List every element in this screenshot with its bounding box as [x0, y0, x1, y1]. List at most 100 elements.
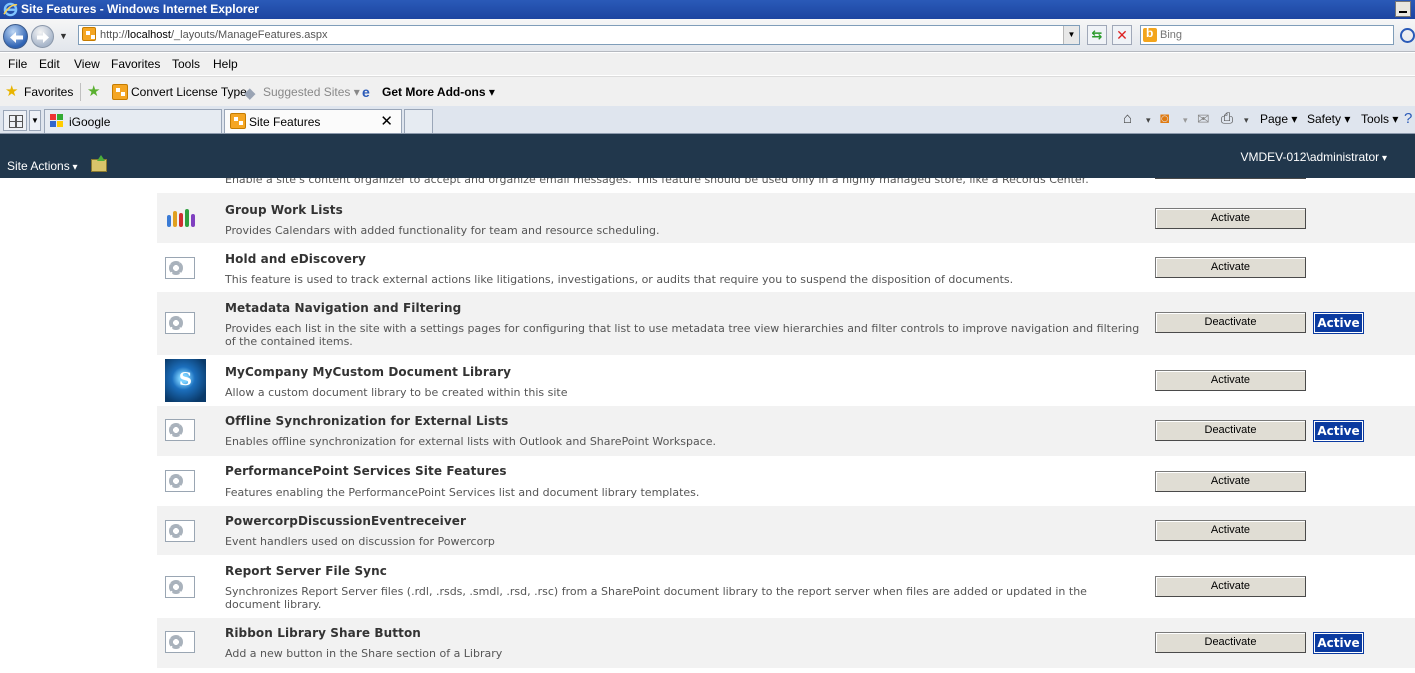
title-bar: Site Features - Windows Internet Explore…: [0, 0, 1415, 19]
group-work-icon: [165, 207, 195, 229]
menu-help[interactable]: Help: [213, 57, 238, 71]
feature-row: Hold and eDiscovery This feature is used…: [157, 243, 1415, 292]
feature-description: Add a new button in the Share section of…: [225, 647, 503, 660]
activate-button[interactable]: Activate: [1155, 520, 1306, 541]
user-menu[interactable]: VMDEV-012\administrator: [1240, 150, 1387, 164]
deactivate-button[interactable]: Deactivate: [1155, 632, 1306, 653]
tab-label: iGoogle: [69, 115, 111, 129]
safety-menu[interactable]: Safety ▾: [1307, 112, 1350, 126]
address-toolbar: ▼ http://localhost/_layouts/ManageFeatur…: [0, 19, 1415, 52]
menu-bar: File Edit View Favorites Tools Help: [0, 53, 1415, 75]
tab-site-features[interactable]: Site Features ✕: [224, 109, 402, 133]
sharepoint-header: Site Actions VMDEV-012\administrator: [0, 134, 1415, 178]
address-dropdown-button[interactable]: ▼: [1063, 26, 1079, 44]
menu-tools[interactable]: Tools: [172, 57, 200, 71]
add-ons-icon: e: [362, 84, 370, 100]
feature-description: Provides Calendars with added functional…: [225, 224, 660, 237]
window-title: Site Features - Windows Internet Explore…: [21, 2, 259, 16]
favorites-bar: ★ Favorites ★ Convert License Type ◆ Sug…: [0, 76, 1415, 106]
search-field[interactable]: [1140, 25, 1394, 45]
tab-igoogle[interactable]: iGoogle: [44, 109, 222, 133]
stop-button[interactable]: ✕: [1112, 25, 1132, 45]
feature-button-partial[interactable]: [1155, 178, 1306, 179]
feature-title: Hold and eDiscovery: [225, 252, 366, 266]
sharepoint-link-icon: [112, 84, 128, 100]
activate-button[interactable]: Activate: [1155, 471, 1306, 492]
home-icon[interactable]: ⌂: [1123, 110, 1132, 127]
feature-description: Event handlers used on discussion for Po…: [225, 535, 495, 548]
menu-edit[interactable]: Edit: [39, 57, 60, 71]
back-button[interactable]: [3, 24, 28, 49]
sharepoint-page-icon: [82, 27, 96, 41]
feature-description: Allow a custom document library to be cr…: [225, 386, 568, 399]
feature-title: PowercorpDiscussionEventreceiver: [225, 514, 467, 528]
feature-row: Group Work Lists Provides Calendars with…: [157, 193, 1415, 243]
deactivate-button[interactable]: Deactivate: [1155, 420, 1306, 441]
search-input[interactable]: [1160, 27, 1390, 43]
feature-gear-icon: [165, 419, 195, 441]
activate-button[interactable]: Activate: [1155, 257, 1306, 278]
menu-view[interactable]: View: [74, 57, 100, 71]
activate-button[interactable]: Activate: [1155, 208, 1306, 229]
favorite-suggested-sites[interactable]: Suggested Sites ▾: [263, 85, 360, 99]
close-tab-icon[interactable]: ✕: [380, 112, 393, 130]
feature-description: Synchronizes Report Server files (.rdl, …: [225, 585, 1087, 611]
new-tab-button[interactable]: [404, 109, 433, 133]
status-badge: Active: [1313, 312, 1364, 334]
feature-title: Metadata Navigation and Filtering: [225, 301, 462, 315]
main-content: Enable a site's content organizer to acc…: [0, 178, 1415, 673]
tab-label: Site Features: [249, 115, 321, 129]
feature-gear-icon: [165, 470, 195, 492]
favorite-convert-license-type[interactable]: Convert License Type: [131, 85, 247, 99]
page-menu[interactable]: Page ▾: [1260, 112, 1297, 126]
feature-row: MyCompany MyCustom Document Library Allo…: [157, 355, 1415, 406]
help-icon[interactable]: ?: [1404, 110, 1412, 127]
feature-description: Provides each list in the site with a se…: [225, 322, 1140, 348]
feature-title: Offline Synchronization for External Lis…: [225, 414, 509, 428]
quick-tabs-icon[interactable]: [3, 110, 27, 131]
refresh-button[interactable]: ⇆: [1087, 25, 1107, 45]
home-dropdown-icon[interactable]: ▾: [1146, 115, 1151, 126]
feature-title: MyCompany MyCustom Document Library: [225, 365, 512, 379]
menu-favorites[interactable]: Favorites: [111, 57, 160, 71]
favorites-button[interactable]: Favorites: [24, 85, 73, 99]
recent-pages-dropdown[interactable]: ▼: [59, 31, 68, 41]
print-dropdown-icon[interactable]: ▾: [1244, 115, 1249, 126]
feature-list: Enable a site's content organizer to acc…: [157, 178, 1415, 668]
feature-row: Report Server File Sync Synchronizes Rep…: [157, 555, 1415, 618]
google-icon: [50, 114, 64, 128]
minimize-button[interactable]: [1395, 1, 1411, 17]
feature-row: Metadata Navigation and Filtering Provid…: [157, 292, 1415, 355]
favorite-get-more-add-ons[interactable]: Get More Add-ons ▾: [382, 85, 495, 99]
menu-file[interactable]: File: [8, 57, 27, 71]
print-icon[interactable]: ⎙: [1221, 110, 1233, 127]
favorites-separator: [80, 83, 81, 101]
status-badge: Active: [1313, 632, 1364, 654]
feeds-dropdown-icon[interactable]: ▾: [1183, 115, 1188, 126]
deactivate-button[interactable]: Deactivate: [1155, 312, 1306, 333]
activate-button[interactable]: Activate: [1155, 370, 1306, 391]
feeds-icon[interactable]: ◙: [1160, 110, 1169, 127]
search-icon[interactable]: [1400, 28, 1415, 43]
feature-title: Group Work Lists: [225, 203, 343, 217]
feature-gear-icon: [165, 631, 195, 653]
feature-description: This feature is used to track external a…: [225, 273, 1014, 286]
add-to-favorites-icon[interactable]: ★: [87, 82, 100, 100]
feature-row: PowercorpDiscussionEventreceiver Event h…: [157, 506, 1415, 555]
forward-button[interactable]: [31, 25, 54, 48]
navigate-up-icon[interactable]: [91, 155, 107, 172]
feature-gear-icon: [165, 257, 195, 279]
read-mail-icon[interactable]: ✉: [1197, 110, 1210, 128]
feature-row: Ribbon Library Share Button Add a new bu…: [157, 618, 1415, 668]
custom-library-icon: [165, 359, 206, 402]
internet-explorer-icon: [3, 2, 18, 17]
favorites-star-icon: ★: [5, 83, 19, 100]
status-badge: Active: [1313, 420, 1364, 442]
tab-list-dropdown[interactable]: ▼: [29, 110, 41, 131]
activate-button[interactable]: Activate: [1155, 576, 1306, 597]
feature-description: Features enabling the PerformancePoint S…: [225, 486, 700, 499]
tools-menu[interactable]: Tools ▾: [1361, 112, 1398, 126]
suggested-sites-icon: ◆: [244, 85, 256, 102]
site-actions-menu[interactable]: Site Actions: [7, 159, 78, 173]
address-field[interactable]: http://localhost/_layouts/ManageFeatures…: [78, 25, 1080, 45]
